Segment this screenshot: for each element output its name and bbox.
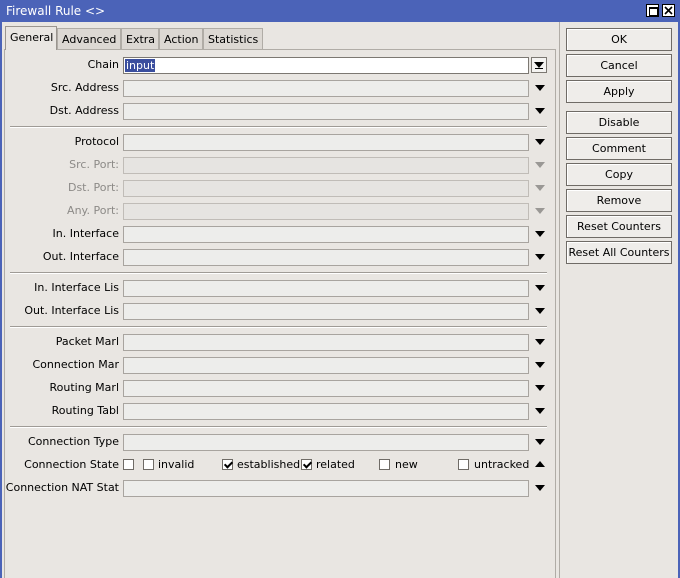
window-title: Firewall Rule <> (6, 4, 106, 18)
packet-mark-dropdown-icon[interactable] (535, 339, 545, 345)
chain-label: Chain (87, 58, 119, 71)
apply-button[interactable]: Apply (566, 80, 672, 103)
disable-button[interactable]: Disable (566, 111, 672, 134)
in-interface-list-label: In. Interface Lis (34, 281, 119, 294)
remove-button[interactable]: Remove (566, 189, 672, 212)
connection-state-untracked-label: untracked (474, 458, 530, 471)
routing-mark-label: Routing Marl (49, 381, 119, 394)
in-interface-dropdown-icon[interactable] (535, 231, 545, 237)
tab-statistics[interactable]: Statistics (203, 28, 263, 49)
packet-mark-label: Packet Marl (55, 335, 119, 348)
chain-value: input (125, 59, 156, 72)
protocol-input[interactable] (123, 134, 529, 151)
out-interface-list-label: Out. Interface Lis (24, 304, 119, 317)
out-interface-list-dropdown-icon[interactable] (535, 308, 545, 314)
connection-state-negate-checkbox[interactable] (123, 459, 134, 470)
in-interface-label: In. Interface (52, 227, 119, 240)
connection-type-input[interactable] (123, 434, 529, 451)
connection-mark-label: Connection Mar (32, 358, 120, 371)
connection-state-new-checkbox[interactable] (379, 459, 390, 470)
connection-state-established-label: established (237, 458, 301, 471)
connection-type-dropdown-icon[interactable] (535, 439, 545, 445)
out-interface-input[interactable] (123, 249, 529, 266)
dst-address-dropdown-icon[interactable] (535, 108, 545, 114)
packet-mark-input[interactable] (123, 334, 529, 351)
chevron-up-icon[interactable] (535, 461, 545, 467)
separator (10, 326, 547, 328)
dst-port-input (123, 180, 529, 197)
any-port-label: Any. Port: (67, 204, 119, 217)
any-port-input (123, 203, 529, 220)
in-interface-input[interactable] (123, 226, 529, 243)
separator (10, 426, 547, 428)
tab-extra[interactable]: Extra (121, 28, 159, 49)
routing-table-input[interactable] (123, 403, 529, 420)
dst-port-dropdown-icon (535, 185, 545, 191)
separator (10, 272, 547, 274)
src-address-input[interactable] (123, 80, 529, 97)
connection-state-row: Connection State invalid established rel… (0, 457, 560, 474)
connection-nat-state-dropdown-icon[interactable] (535, 485, 545, 491)
src-address-label: Src. Address (50, 81, 119, 94)
any-port-dropdown-icon (535, 208, 545, 214)
tab-advanced[interactable]: Advanced (57, 28, 121, 49)
title-bar: Firewall Rule <> (0, 0, 680, 22)
out-interface-dropdown-icon[interactable] (535, 254, 545, 260)
chain-dropdown-button[interactable] (531, 57, 547, 73)
connection-mark-input[interactable] (123, 357, 529, 374)
dst-address-input[interactable] (123, 103, 529, 120)
connection-state-established-checkbox[interactable] (222, 459, 233, 470)
reset-counters-button[interactable]: Reset Counters (566, 215, 672, 238)
src-port-dropdown-icon (535, 162, 545, 168)
tab-general[interactable]: General (5, 26, 57, 50)
routing-mark-input[interactable] (123, 380, 529, 397)
out-interface-label: Out. Interface (42, 250, 119, 263)
separator (10, 126, 547, 128)
connection-nat-state-label: Connection NAT Stat (5, 481, 119, 494)
connection-state-invalid-label: invalid (158, 458, 195, 471)
panel-divider (559, 22, 560, 578)
connection-nat-state-input[interactable] (123, 480, 529, 497)
connection-state-new-label: new (395, 458, 418, 471)
cancel-button[interactable]: Cancel (566, 54, 672, 77)
connection-state-untracked-checkbox[interactable] (458, 459, 469, 470)
connection-state-related-checkbox[interactable] (301, 459, 312, 470)
in-interface-list-input[interactable] (123, 280, 529, 297)
connection-state-label: Connection State (24, 458, 119, 471)
copy-button[interactable]: Copy (566, 163, 672, 186)
dst-port-label: Dst. Port: (67, 181, 119, 194)
maximize-icon[interactable] (646, 4, 659, 17)
close-icon[interactable] (662, 4, 675, 17)
src-port-input (123, 157, 529, 174)
src-port-label: Src. Port: (69, 158, 119, 171)
tab-action[interactable]: Action (159, 28, 203, 49)
routing-table-dropdown-icon[interactable] (535, 408, 545, 414)
comment-button[interactable]: Comment (566, 137, 672, 160)
routing-mark-dropdown-icon[interactable] (535, 385, 545, 391)
routing-table-label: Routing Tabl (51, 404, 119, 417)
src-address-dropdown-icon[interactable] (535, 85, 545, 91)
connection-state-related-label: related (316, 458, 355, 471)
chain-input[interactable]: input (123, 57, 529, 74)
protocol-label: Protocol (74, 135, 119, 148)
connection-mark-dropdown-icon[interactable] (535, 362, 545, 368)
protocol-dropdown-icon[interactable] (535, 139, 545, 145)
dst-address-label: Dst. Address (49, 104, 119, 117)
connection-state-invalid-checkbox[interactable] (143, 459, 154, 470)
out-interface-list-input[interactable] (123, 303, 529, 320)
ok-button[interactable]: OK (566, 28, 672, 51)
reset-all-counters-button[interactable]: Reset All Counters (566, 241, 672, 264)
connection-type-label: Connection Type (27, 435, 119, 448)
in-interface-list-dropdown-icon[interactable] (535, 285, 545, 291)
